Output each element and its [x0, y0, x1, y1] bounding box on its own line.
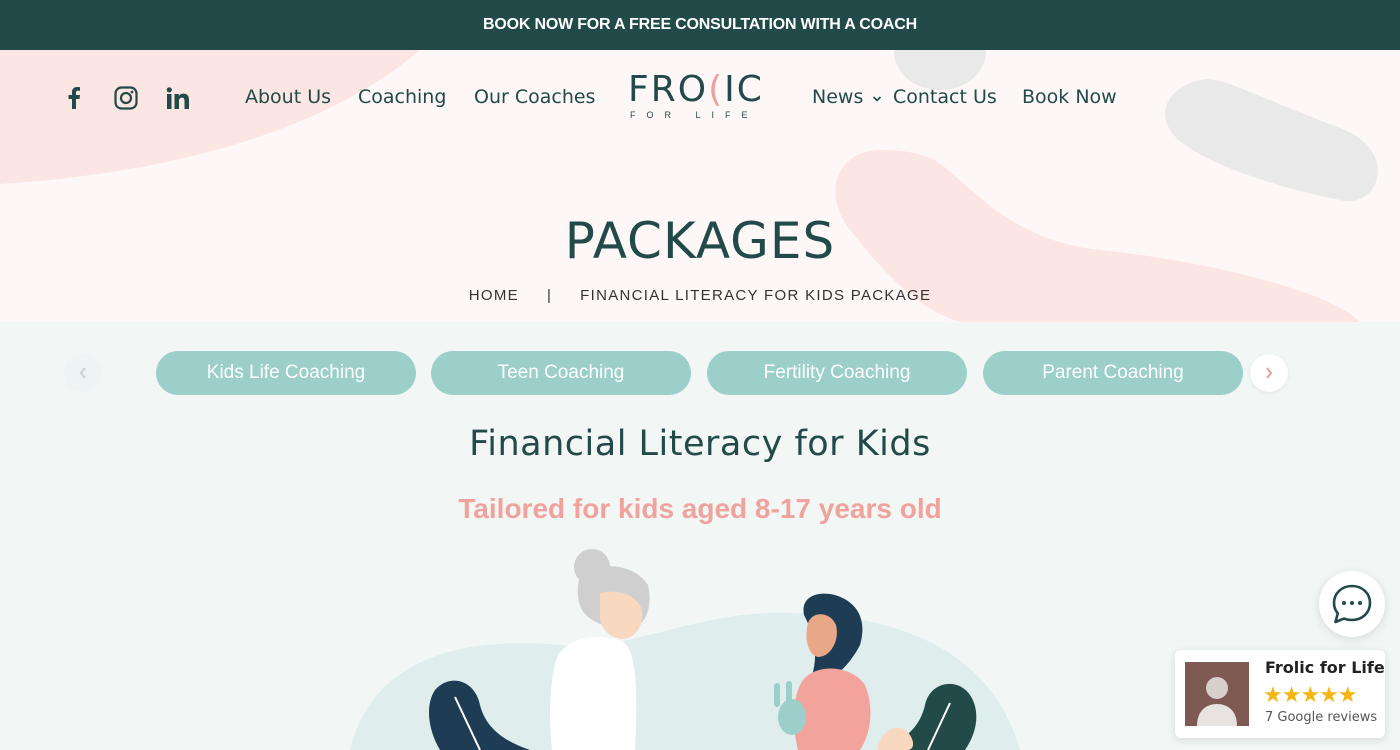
nav-news-label: News [812, 86, 864, 108]
carousel-next-button[interactable] [1250, 354, 1288, 392]
nav-contact-us[interactable]: Contact Us [893, 86, 997, 108]
logo-accent: ( [708, 69, 725, 110]
section-title: Financial Literacy for Kids [469, 424, 931, 464]
announcement-bar[interactable]: BOOK NOW FOR A FREE CONSULTATION WITH A … [0, 0, 1400, 50]
section-subtitle: Tailored for kids aged 8-17 years old [458, 493, 942, 524]
review-business-name: Frolic for Life [1265, 658, 1385, 677]
logo-word-b: IC [724, 69, 764, 110]
nav-book-now[interactable]: Book Now [1022, 86, 1117, 108]
nav-coaching[interactable]: Coaching [358, 86, 446, 108]
hero-header: About Us Coaching Our Coaches FRO(IC FOR… [0, 50, 1400, 322]
avatar [1185, 662, 1249, 726]
linkedin-icon[interactable] [164, 84, 192, 112]
coaching-illustration [350, 549, 1020, 750]
announcement-text[interactable]: BOOK NOW FOR A FREE CONSULTATION WITH A … [483, 16, 917, 34]
carousel-prev-button[interactable] [64, 354, 102, 392]
logo-word-a: FRO [628, 69, 709, 110]
breadcrumb: HOME | FINANCIAL LITERACY FOR KIDS PACKA… [0, 287, 1400, 304]
breadcrumb-home[interactable]: HOME [469, 287, 519, 304]
chevron-right-icon [1266, 367, 1273, 379]
chevron-left-icon [79, 367, 86, 379]
chat-button[interactable] [1319, 571, 1385, 637]
chevron-down-icon [873, 96, 882, 102]
site-logo[interactable]: FRO(IC FOR LIFE [628, 70, 770, 126]
facebook-icon[interactable] [60, 84, 88, 112]
tab-parent-coaching[interactable]: Parent Coaching [983, 351, 1243, 395]
user-placeholder-icon [1197, 677, 1237, 726]
chat-bubble-icon [1332, 584, 1372, 624]
review-count[interactable]: 7 Google reviews [1265, 710, 1377, 725]
tab-teen-coaching[interactable]: Teen Coaching [431, 351, 691, 395]
google-reviews-badge[interactable]: Frolic for Life ★★★★★ 7 Google reviews [1175, 650, 1385, 738]
instagram-icon[interactable] [112, 84, 140, 112]
star-rating: ★★★★★ [1263, 682, 1358, 707]
nav-about-us[interactable]: About Us [245, 86, 331, 108]
page-title: PACKAGES [564, 212, 836, 270]
nav-news[interactable]: News [812, 86, 882, 108]
nav-our-coaches[interactable]: Our Coaches [474, 86, 595, 108]
tab-kids-life-coaching[interactable]: Kids Life Coaching [156, 351, 416, 395]
package-tabs: Kids Life Coaching Teen Coaching Fertili… [0, 351, 1400, 395]
tab-fertility-coaching[interactable]: Fertility Coaching [707, 351, 967, 395]
breadcrumb-current: FINANCIAL LITERACY FOR KIDS PACKAGE [580, 287, 932, 304]
logo-tagline: FOR LIFE [630, 110, 759, 120]
social-links [60, 84, 192, 112]
breadcrumb-separator: | [546, 287, 553, 304]
